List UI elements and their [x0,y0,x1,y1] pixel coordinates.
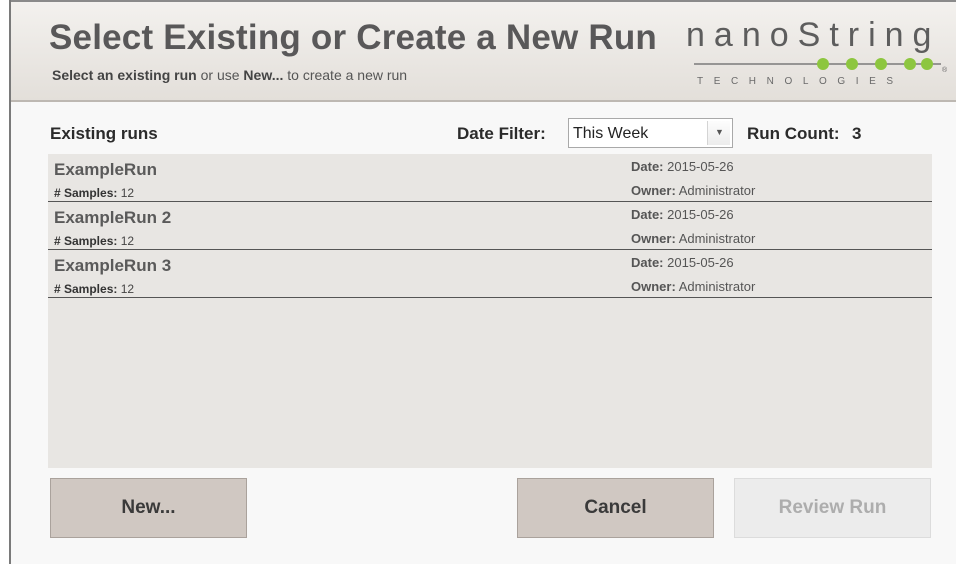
date-filter-value: This Week [573,125,649,142]
run-owner: Owner: Administrator [631,279,756,294]
run-date: Date: 2015-05-26 [631,255,734,270]
date-filter-select[interactable]: This Week ▼ [568,118,733,148]
run-name: ExampleRun 3 [54,256,172,275]
review-run-button[interactable]: Review Run [734,478,931,538]
cancel-button[interactable]: Cancel [517,478,714,538]
subtitle-text-create: to create a new run [283,67,408,83]
run-list-item[interactable]: ExampleRun 2 # Samples: 12 Date: 2015-05… [48,202,932,250]
chevron-down-icon: ▼ [715,127,724,137]
runs-list[interactable]: ExampleRun # Samples: 12 Date: 2015-05-2… [48,154,932,468]
run-date: Date: 2015-05-26 [631,207,734,222]
run-name: ExampleRun 2 [54,208,172,227]
existing-runs-label: Existing runs [50,124,158,143]
page-title: Select Existing or Create a New Run [49,18,658,57]
svg-text:®: ® [942,66,948,74]
date-filter-label: Date Filter: [457,124,546,143]
run-name: ExampleRun [54,160,157,179]
logo-dots-icon: ® [694,58,948,74]
run-date: Date: 2015-05-26 [631,159,734,174]
dialog-header: Select Existing or Create a New Run Sele… [11,2,956,102]
subtitle-emphasis-new: New... [243,67,284,83]
row-divider [48,297,932,298]
nanostring-logo: nanoString ® TECHNOLOGIES [686,16,951,96]
run-list-item[interactable]: ExampleRun # Samples: 12 Date: 2015-05-2… [48,154,932,202]
run-list-item[interactable]: ExampleRun 3 # Samples: 12 Date: 2015-05… [48,250,932,298]
subtitle-text-or-use: or use [196,67,244,83]
run-owner: Owner: Administrator [631,183,756,198]
logo-tagline: TECHNOLOGIES [697,76,904,87]
page-subtitle: Select an existing run or use New... to … [52,67,407,83]
logo-wordmark: nanoString [686,16,941,54]
run-count-label: Run Count: [747,124,840,143]
run-samples: # Samples: 12 [54,282,135,296]
run-owner: Owner: Administrator [631,231,756,246]
run-samples: # Samples: 12 [54,234,135,248]
run-samples: # Samples: 12 [54,186,135,200]
run-count-value: 3 [852,124,862,143]
dropdown-button[interactable]: ▼ [707,121,730,145]
new-run-button[interactable]: New... [50,478,247,538]
subtitle-emphasis-existing: Select an existing run [52,67,197,83]
